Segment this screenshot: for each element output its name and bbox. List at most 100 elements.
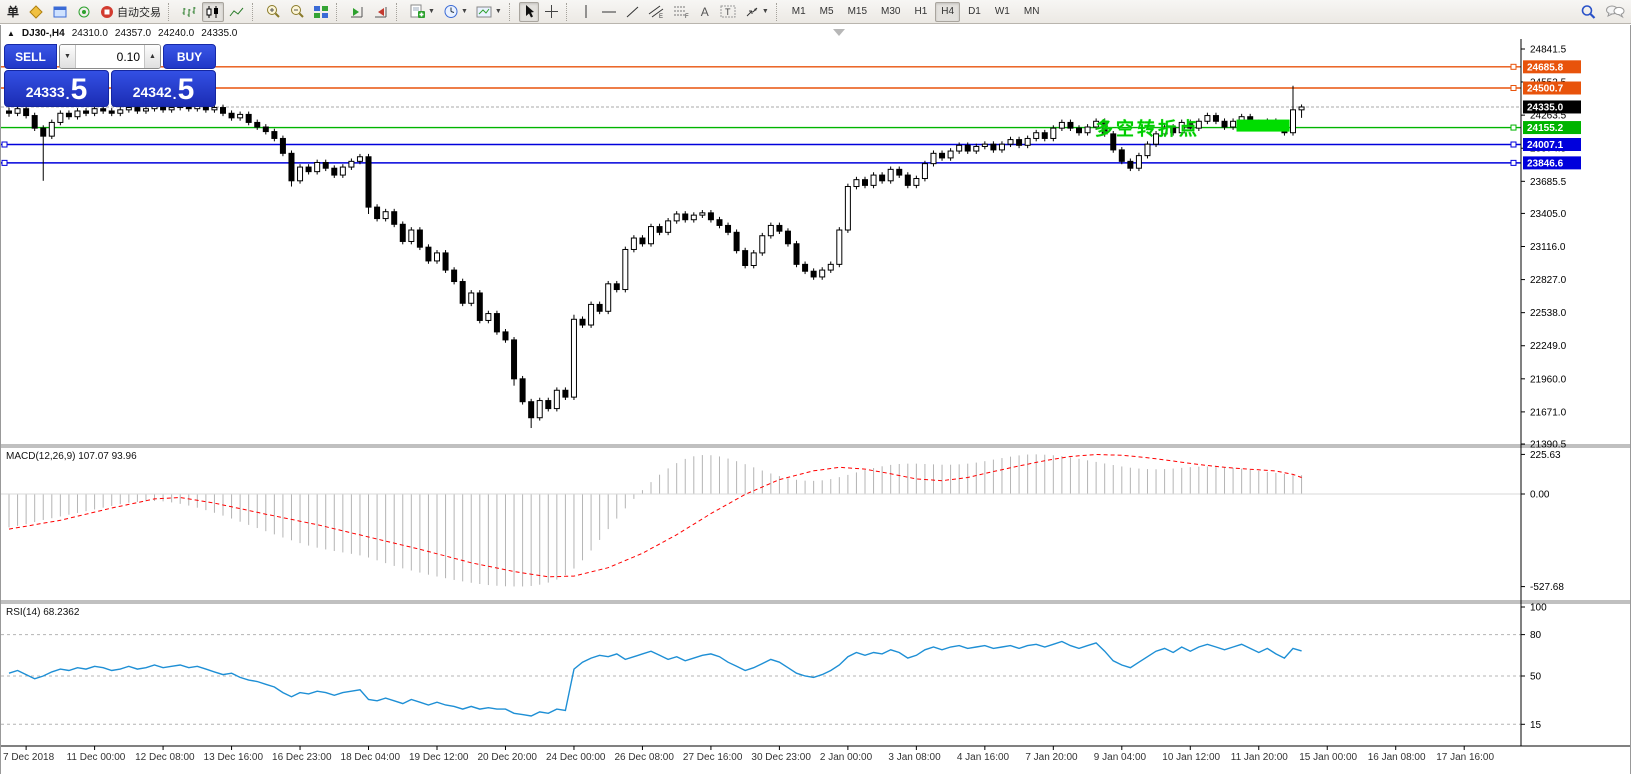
collapse-panel-icon[interactable]: ▲ (7, 29, 15, 38)
timeframe-button-m15[interactable]: M15 (842, 2, 873, 22)
price-axis-tick-label: 23116.0 (1530, 242, 1566, 253)
rsi-axis-label: 50 (1530, 672, 1542, 683)
horizontal-line-tool-button[interactable] (598, 2, 620, 22)
auto-scroll-button[interactable] (346, 2, 368, 22)
crosshair-tool-button[interactable] (541, 2, 562, 22)
vertical-line-tool-button[interactable] (576, 2, 596, 22)
price-axis-tick-label: 21960.0 (1530, 374, 1567, 385)
price-axis-tick-label: 23685.5 (1530, 177, 1567, 188)
open-value: 24310.0 (72, 28, 108, 39)
fibonacci-tool-button[interactable]: F (670, 2, 693, 22)
timeframe-button-h4[interactable]: H4 (935, 2, 960, 22)
chart-shift-marker-icon[interactable] (833, 29, 845, 36)
candlestick-chart-type-button[interactable] (202, 2, 224, 22)
toolbar-separator (252, 3, 258, 21)
sell-button[interactable]: SELL (4, 44, 57, 69)
close-value: 24335.0 (201, 28, 237, 39)
timeframe-button-m1[interactable]: M1 (786, 2, 812, 22)
periods-button[interactable]: ▼ (440, 2, 471, 22)
horizontal-line-object-23846.6[interactable] (1, 160, 1521, 165)
volume-decrease-button[interactable]: ▼ (60, 45, 76, 68)
time-axis-label: 17 Jan 16:00 (1436, 752, 1494, 763)
svg-text:24335.0: 24335.0 (1527, 102, 1564, 113)
time-axis-label: 10 Jan 12:00 (1162, 752, 1220, 763)
chart-window-icon[interactable] (49, 2, 71, 22)
autotrading-label: 自动交易 (117, 4, 161, 20)
timeframe-button-mn[interactable]: MN (1018, 2, 1046, 22)
price-badge-24007.1: 24007.1 (1523, 138, 1581, 151)
svg-text:24155.2: 24155.2 (1527, 123, 1564, 134)
svg-text:T: T (725, 7, 731, 17)
macd-signal-line (9, 455, 1302, 577)
time-axis-label: 20 Dec 20:00 (477, 752, 537, 763)
buy-price-box[interactable]: 24342.5 (111, 70, 216, 107)
bar-chart-type-button[interactable] (178, 2, 200, 22)
time-axis-label: 12 Dec 08:00 (135, 752, 195, 763)
time-axis-label: 24 Dec 00:00 (546, 752, 606, 763)
time-axis-label: 7 Jan 20:00 (1025, 752, 1078, 763)
timeframe-button-h1[interactable]: H1 (908, 2, 933, 22)
text-label-tool-button[interactable]: T (717, 2, 739, 22)
price-badge-24335.0: 24335.0 (1523, 100, 1581, 113)
timeframe-button-d1[interactable]: D1 (962, 2, 987, 22)
zoom-in-button[interactable] (262, 2, 284, 22)
time-axis-label: 27 Dec 16:00 (683, 752, 743, 763)
macd-axis-label: 0.00 (1530, 490, 1550, 501)
quotes-icon[interactable] (25, 2, 47, 22)
autotrading-button[interactable]: 自动交易 (97, 2, 164, 22)
horizontal-line-object-24685.8[interactable] (1, 64, 1521, 69)
chart-ohlc-header: ▲ DJ30-,H4 24310.0 24357.0 24240.0 24335… (7, 28, 237, 39)
zoom-out-button[interactable] (286, 2, 308, 22)
time-axis-label: 4 Jan 16:00 (957, 752, 1010, 763)
price-axis-tick-label: 22538.0 (1530, 308, 1567, 319)
highlight-rectangle-object[interactable] (1237, 120, 1290, 132)
line-chart-type-button[interactable] (226, 2, 248, 22)
timeframe-toolbar: M1M5M15M30H1H4D1W1MN (785, 2, 1047, 22)
price-badge-23846.6: 23846.6 (1523, 156, 1581, 169)
price-axis-tick-label: 24841.5 (1530, 45, 1567, 56)
timeframe-button-m5[interactable]: M5 (814, 2, 840, 22)
time-axis-label: 7 Dec 2018 (3, 752, 55, 763)
sell-price-dot: . (66, 86, 70, 102)
volume-input[interactable] (76, 45, 144, 68)
new-order-button[interactable]: 单 (3, 2, 23, 22)
chart-shift-button[interactable] (370, 2, 392, 22)
timeframe-button-w1[interactable]: W1 (989, 2, 1016, 22)
equidistant-channel-tool-button[interactable]: E (645, 2, 668, 22)
arrows-tool-button[interactable]: ▼ (741, 2, 772, 22)
price-badge-24500.7: 24500.7 (1523, 82, 1581, 95)
indicators-button[interactable]: ▼ (406, 2, 438, 22)
toolbar-separator (336, 3, 342, 21)
sell-price-box[interactable]: 24333.5 (4, 70, 109, 107)
rsi-line (9, 642, 1302, 717)
toolbar-separator (168, 3, 174, 21)
timeframe-button-m30[interactable]: M30 (875, 2, 906, 22)
time-axis-label: 26 Dec 08:00 (614, 752, 674, 763)
templates-button[interactable]: ▼ (473, 2, 505, 22)
text-tool-button[interactable]: A (695, 2, 715, 22)
trendline-tool-button[interactable] (622, 2, 643, 22)
toolbar-separator (396, 3, 402, 21)
volume-increase-button[interactable]: ▲ (144, 45, 160, 68)
macd-axis-label: 225.63 (1530, 450, 1561, 461)
buy-price-big-digit: 5 (178, 76, 195, 104)
dropdown-caret-icon: ▼ (762, 8, 769, 15)
time-axis-label: 11 Jan 20:00 (1231, 752, 1289, 763)
new-order-label: 单 (7, 3, 19, 20)
chart-canvas[interactable]: 24841.524553.524263.523974.523685.523405… (1, 25, 1630, 774)
horizontal-line-object-24007.1[interactable] (1, 142, 1521, 147)
market-radar-icon[interactable] (73, 2, 95, 22)
macd-indicator-label: MACD(12,26,9) 107.07 93.96 (6, 451, 137, 462)
price-axis-tick-label: 21671.0 (1530, 407, 1567, 418)
buy-button[interactable]: BUY (163, 44, 216, 69)
low-value: 24240.0 (158, 28, 194, 39)
search-button[interactable] (1577, 2, 1600, 22)
cursor-tool-button[interactable] (519, 2, 539, 22)
rsi-axis-label: 15 (1530, 720, 1542, 731)
chart-annotation-text[interactable]: 多空转折点 (1095, 115, 1200, 141)
chat-button[interactable] (1602, 2, 1628, 22)
toolbar-separator (566, 3, 572, 21)
tile-windows-button[interactable] (310, 2, 332, 22)
main-toolbar: 单 自动交易 ▼ ▼ ▼ E F A T ▼ M1M5M15M30H1H4D1W… (0, 0, 1631, 24)
price-badge-24685.8: 24685.8 (1523, 60, 1581, 73)
